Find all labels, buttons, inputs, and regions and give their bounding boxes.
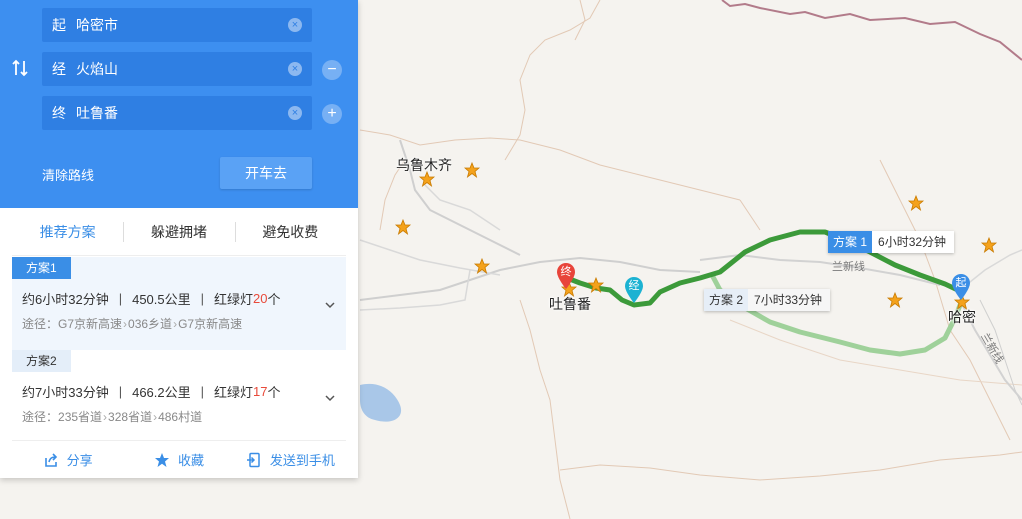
plan-1-badge: 方案1 <box>12 257 71 279</box>
map-plan-tag-1[interactable]: 方案 1 6小时32分钟 <box>828 231 955 253</box>
plan-2-road-3: 486村道 <box>158 410 203 424</box>
path-arrow-icon: › <box>123 317 128 331</box>
via-input-value[interactable]: 火焰山 <box>76 59 288 79</box>
favorite-label: 收藏 <box>177 453 204 468</box>
strategy-tabs: 推荐方案 躲避拥堵 避免收费 <box>12 208 346 256</box>
end-marker-label: 终 <box>560 266 572 278</box>
via-input[interactable]: 经 火焰山 × <box>42 52 312 86</box>
plan-1-path-prefix: 途径： <box>22 317 59 331</box>
drive-button[interactable]: 开车去 <box>220 157 312 189</box>
clear-route-link[interactable]: 清除路线 <box>42 165 94 184</box>
plan-2-lights-count: 17 <box>253 383 268 399</box>
plan-item-1[interactable]: 方案1 约6小时32分钟 | 450.5公里 | 红绿灯 20 个 途径：G7京新高… <box>12 257 346 350</box>
action-bar: 分享 收藏 发送到手机 <box>12 440 346 478</box>
tab-avoid-tolls[interactable]: 避免收费 <box>234 208 346 255</box>
remove-waypoint-icon[interactable]: − <box>322 60 342 80</box>
road-label-lanxin: 兰新线 <box>832 261 865 273</box>
send-to-phone-button[interactable]: 发送到手机 <box>235 441 346 478</box>
clear-via-icon[interactable]: × <box>288 62 302 76</box>
start-input[interactable]: 起 哈密市 × <box>42 8 312 42</box>
share-button[interactable]: 分享 <box>12 441 123 478</box>
share-icon <box>44 452 57 467</box>
city-label-turpan: 吐鲁番 <box>549 296 591 312</box>
plan-2-time: 约7小时33分钟 <box>22 384 109 400</box>
plan-1-distance: 450.5公里 <box>132 291 191 307</box>
map-plan-tag-2-name: 方案 2 <box>704 289 749 311</box>
send-to-phone-icon <box>246 452 260 467</box>
path-arrow-icon: › <box>173 317 178 331</box>
plan-2-badge: 方案2 <box>12 350 71 372</box>
plan-2-road-1: 235省道 <box>58 410 103 424</box>
start-input-label: 起 <box>52 17 66 33</box>
plan-2-lights-suffix: 个 <box>267 384 281 400</box>
favorite-button[interactable]: 收藏 <box>123 441 234 478</box>
map-plan-tag-2[interactable]: 方案 2 7小时33分钟 <box>704 289 831 311</box>
add-waypoint-icon[interactable]: + <box>322 104 342 124</box>
star-icon <box>154 452 169 467</box>
plan-1-road-3: G7京新高速 <box>178 317 243 331</box>
end-marker[interactable]: 终 <box>555 262 577 290</box>
plan-2-stats: 约7小时33分钟 | 466.2公里 | 红绿灯 17 个 <box>12 372 346 402</box>
start-input-value[interactable]: 哈密市 <box>76 15 288 35</box>
city-label-urumqi: 乌鲁木齐 <box>396 157 452 173</box>
plan-1-road-1: G7京新高速 <box>58 317 123 331</box>
plan-1-lights-prefix: 红绿灯 <box>214 291 254 307</box>
plan-1-path: 途径：G7京新高速›036乡道›G7京新高速 <box>12 309 346 343</box>
plan-2-chevron-down-icon[interactable] <box>324 392 336 404</box>
clear-end-icon[interactable]: × <box>288 106 302 120</box>
plan-2-divider: | <box>118 383 123 399</box>
map-plan-tag-2-time: 7小时33分钟 <box>748 289 831 311</box>
map-plan-tag-1-time: 6小时32分钟 <box>872 231 955 253</box>
start-marker[interactable]: 起 <box>950 273 972 301</box>
plan-2-lights-prefix: 红绿灯 <box>214 384 254 400</box>
share-label: 分享 <box>66 453 93 468</box>
plan-1-divider: | <box>118 290 123 306</box>
tab-recommended[interactable]: 推荐方案 <box>12 208 123 255</box>
path-arrow-icon: › <box>103 410 108 424</box>
map-plan-tag-1-name: 方案 1 <box>828 231 873 253</box>
tab-avoid-congestion[interactable]: 躲避拥堵 <box>123 208 234 255</box>
plan-item-2[interactable]: 方案2 约7小时33分钟 | 466.2公里 | 红绿灯 17 个 途径：235省道… <box>12 350 346 442</box>
plan-2-distance: 466.2公里 <box>132 384 191 400</box>
plan-2-divider-2: | <box>200 383 205 399</box>
swap-icon[interactable] <box>10 58 30 78</box>
plan-1-lights-suffix: 个 <box>267 291 281 307</box>
plan-1-stats: 约6小时32分钟 | 450.5公里 | 红绿灯 20 个 <box>12 279 346 309</box>
route-panel: 起 哈密市 × 经 火焰山 × − 终 吐鲁番 × + 清除路线 开车去 推荐方… <box>0 0 358 478</box>
via-input-label: 经 <box>52 61 66 77</box>
plan-1-time: 约6小时32分钟 <box>22 291 109 307</box>
start-marker-label: 起 <box>955 277 967 289</box>
send-to-phone-label: 发送到手机 <box>269 453 335 468</box>
plan-2-path-prefix: 途径： <box>22 410 59 424</box>
end-input-value[interactable]: 吐鲁番 <box>76 103 288 123</box>
via-marker[interactable]: 经 <box>623 276 645 304</box>
plan-2-path: 途径：235省道›328省道›486村道 <box>12 402 346 436</box>
plan-1-road-2: 036乡道 <box>128 317 173 331</box>
city-label-hami: 哈密 <box>948 309 976 325</box>
path-arrow-icon: › <box>153 410 158 424</box>
via-marker-label: 经 <box>628 280 640 292</box>
plan-1-chevron-down-icon[interactable] <box>324 299 336 311</box>
clear-start-icon[interactable]: × <box>288 18 302 32</box>
end-input-label: 终 <box>52 105 66 121</box>
plan-2-road-2: 328省道 <box>108 410 153 424</box>
end-input[interactable]: 终 吐鲁番 × <box>42 96 312 130</box>
plan-1-divider-2: | <box>200 290 205 306</box>
route-form: 起 哈密市 × 经 火焰山 × − 终 吐鲁番 × + 清除路线 开车去 <box>0 0 358 208</box>
plan-1-lights-count: 20 <box>253 290 268 306</box>
